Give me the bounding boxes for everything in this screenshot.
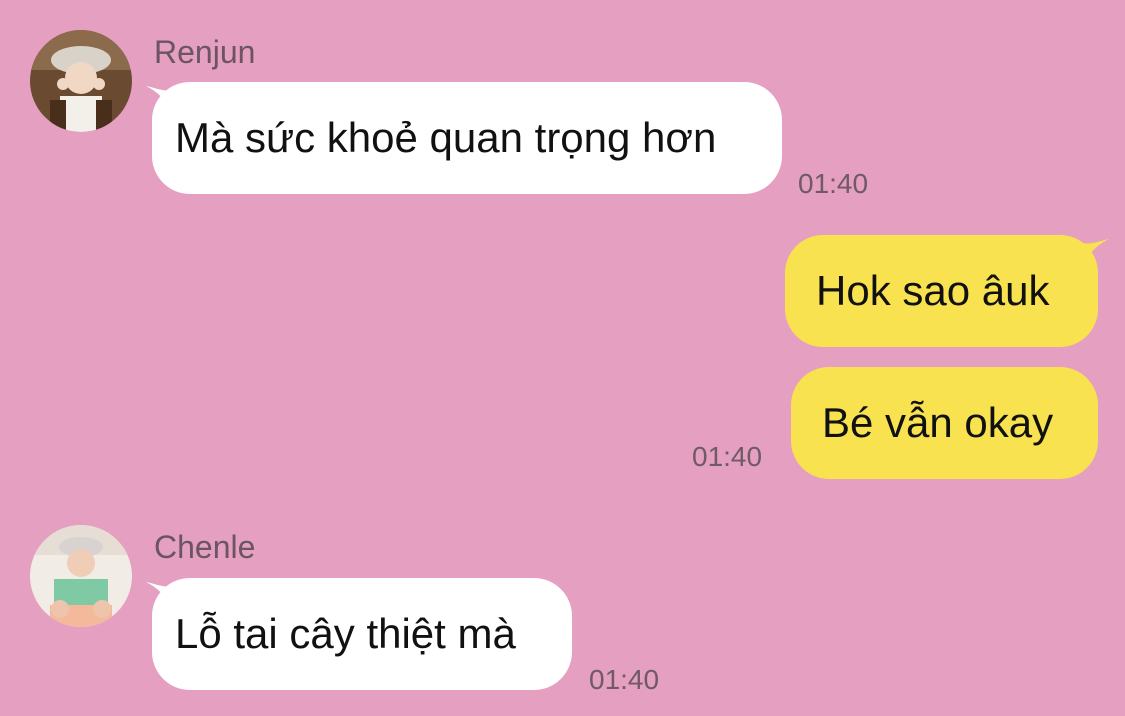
sender-name: Chenle <box>154 529 256 565</box>
message-bubble[interactable]: Hok sao âuk <box>785 235 1098 347</box>
chenle-avatar[interactable] <box>30 525 132 627</box>
chat-thread: Renjun Mà sức khoẻ quan trọng hơn 01:40 … <box>0 0 1125 716</box>
message-text: Bé vẫn okay <box>822 399 1054 446</box>
avatar-photo <box>30 30 132 132</box>
message-text: Lỗ tai cây thiệt mà <box>175 610 516 657</box>
message-timestamp: 01:40 <box>692 441 763 472</box>
message-timestamp: 01:40 <box>589 664 660 695</box>
avatar-photo <box>30 525 132 627</box>
message-bubble[interactable]: Lỗ tai cây thiệt mà <box>152 578 572 690</box>
message-timestamp: 01:40 <box>798 168 869 199</box>
sender-name: Renjun <box>154 34 256 70</box>
message-text: Mà sức khoẻ quan trọng hơn <box>175 114 717 161</box>
message-text: Hok sao âuk <box>816 267 1050 314</box>
message-bubble[interactable]: Bé vẫn okay <box>791 367 1098 479</box>
renjun-avatar[interactable] <box>30 30 132 132</box>
message-bubble[interactable]: Mà sức khoẻ quan trọng hơn <box>152 82 782 194</box>
